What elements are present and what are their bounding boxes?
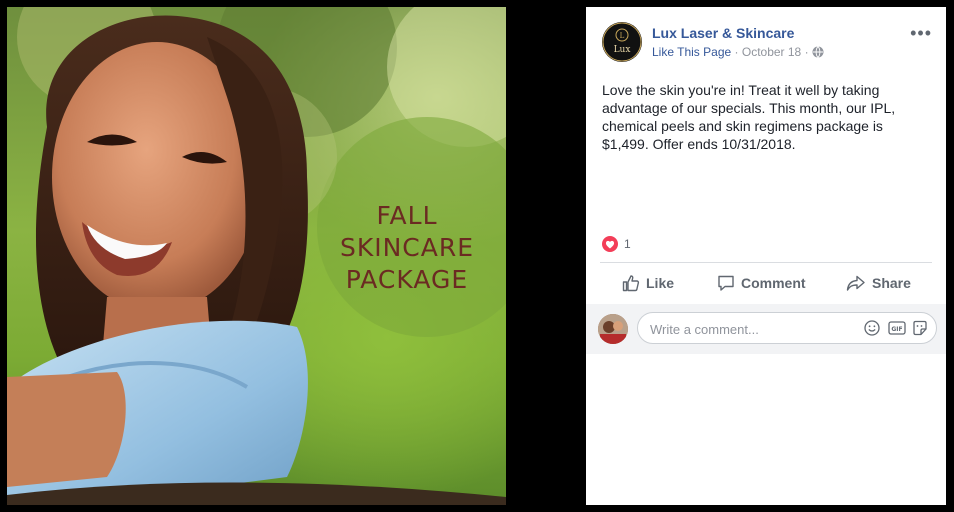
heart-icon: [602, 236, 618, 252]
post-text: Love the skin you're in! Treat it well b…: [602, 82, 896, 152]
meta-separator: ·: [734, 45, 739, 59]
post-date[interactable]: October 18: [742, 45, 801, 59]
thumbs-up-icon: [622, 275, 640, 292]
like-page-link[interactable]: Like This Page: [652, 45, 731, 59]
user-avatar[interactable]: [598, 314, 628, 344]
svg-text:Lux: Lux: [614, 45, 631, 55]
globe-icon: [812, 46, 824, 59]
promo-headline-line-2: SKINCARE: [339, 233, 475, 262]
page-name-link[interactable]: Lux Laser & Skincare: [652, 25, 794, 41]
lux-logo: L Lux: [602, 22, 642, 62]
comment-input[interactable]: [648, 313, 852, 345]
comment-section: GIF: [586, 304, 946, 505]
share-label: Share: [872, 275, 911, 291]
svg-text:GIF: GIF: [891, 326, 902, 333]
reaction-summary[interactable]: 1: [602, 236, 631, 252]
comment-label: Comment: [741, 275, 806, 291]
share-arrow-icon: [846, 275, 865, 291]
meta-separator: ·: [804, 45, 809, 59]
more-options-button[interactable]: •••: [910, 23, 932, 44]
like-label: Like: [646, 275, 675, 291]
comment-box[interactable]: GIF: [637, 312, 937, 345]
smiley-icon[interactable]: [864, 320, 880, 336]
post-panel: L Lux Lux Laser & Skincare Like This Pag…: [586, 7, 946, 505]
comment-composer: GIF: [586, 304, 946, 354]
promo-headline-line-1: FALL: [376, 201, 438, 230]
like-button[interactable]: Like: [622, 269, 674, 297]
svg-text:L: L: [620, 32, 625, 40]
comment-icon: [718, 275, 734, 291]
post-photo[interactable]: FALL SKINCARE PACKAGE: [7, 7, 506, 505]
post-meta: Like This Page · October 18 ·: [652, 45, 824, 59]
promo-headline-line-3: PACKAGE: [345, 265, 469, 294]
photo-viewer: FALL SKINCARE PACKAGE: [0, 0, 586, 512]
comment-button[interactable]: Comment: [717, 269, 806, 297]
gif-icon[interactable]: GIF: [888, 320, 906, 336]
page-avatar[interactable]: L Lux: [602, 22, 642, 62]
user-avatar-image: [598, 314, 628, 344]
reaction-count: 1: [624, 237, 631, 251]
viewer-backdrop[interactable]: [506, 0, 586, 512]
sticker-icon[interactable]: [912, 320, 928, 336]
share-button[interactable]: Share: [846, 269, 911, 297]
divider: [600, 262, 932, 263]
